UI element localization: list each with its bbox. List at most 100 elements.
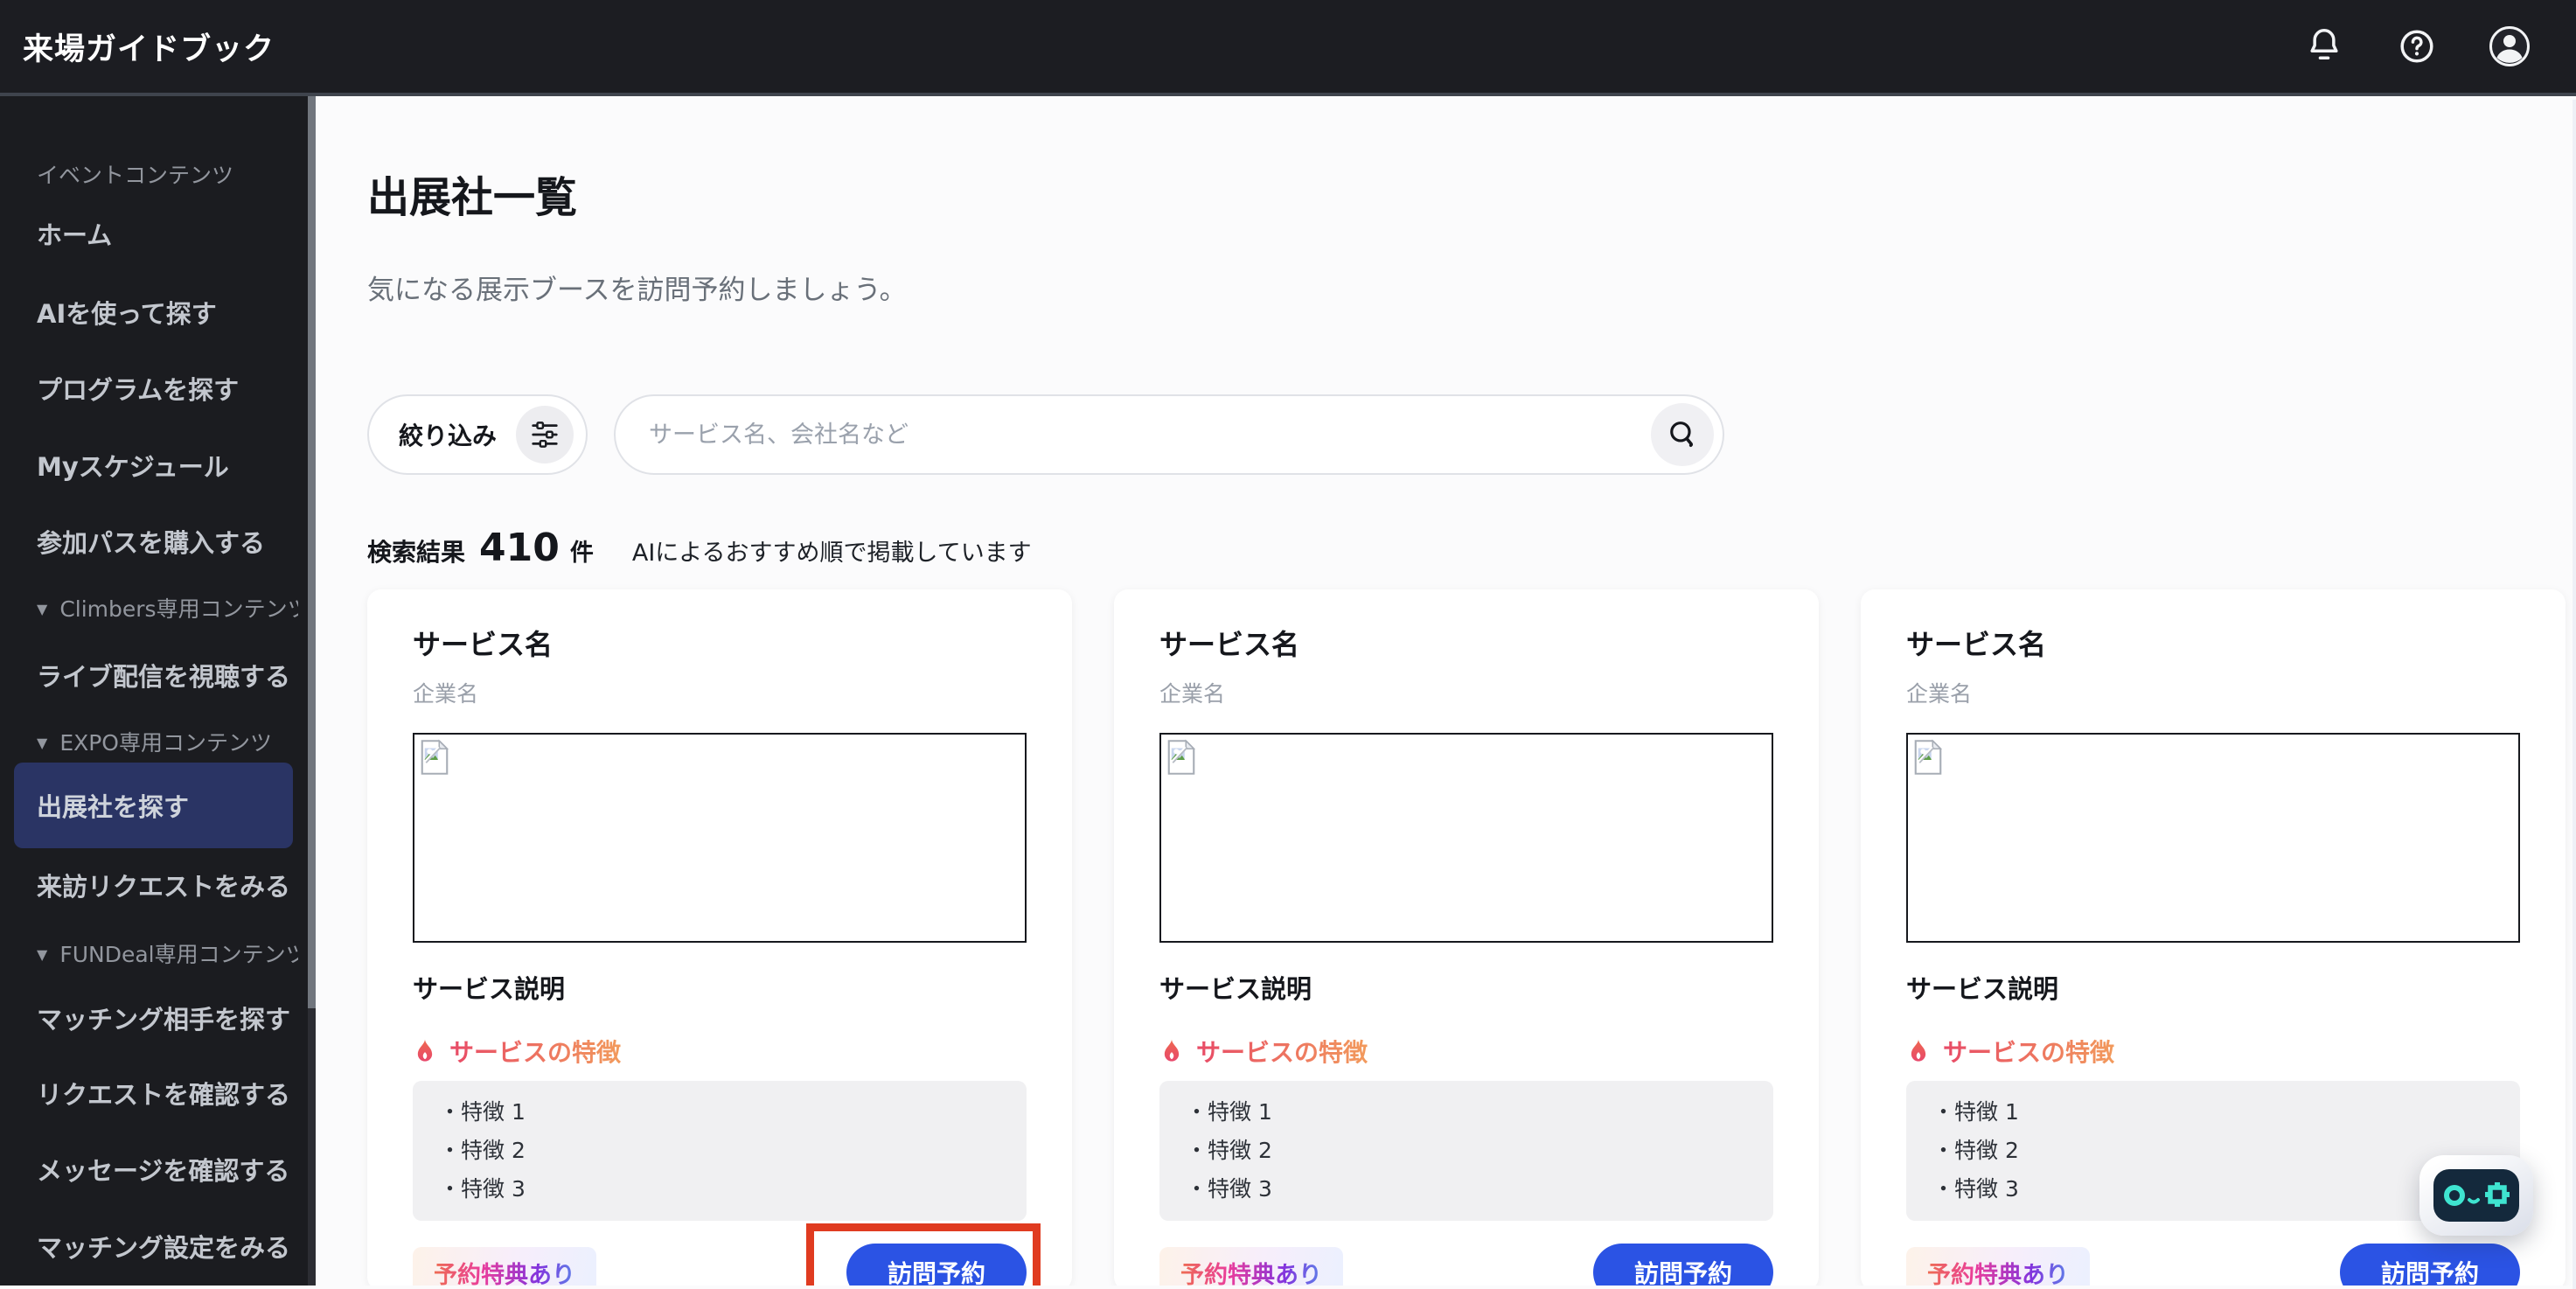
visit-reserve-button[interactable]: 訪問予約 <box>1593 1244 1773 1286</box>
sidebar-nav: イベントコンテンツ ホーム AIを使って探す プログラムを探す Myスケジュール参加パス… <box>0 96 316 1286</box>
card-footer: 予約特典あり 訪問予約 <box>1906 1244 2520 1286</box>
bell-icon[interactable] <box>2303 25 2345 67</box>
feature-item: ・特徴 3 <box>1932 1176 2019 1202</box>
visit-reserve-button[interactable]: 訪問予約 <box>2340 1244 2520 1286</box>
company-name: 企業名 <box>1906 681 1973 707</box>
feature-item: ・特徴 1 <box>439 1099 526 1125</box>
results-label: 検索結果 <box>367 538 466 567</box>
sidebar-item-find-programs[interactable]: プログラムを探す <box>37 370 298 407</box>
sidebar-item-label: マッチング相手を探す <box>37 1005 291 1035</box>
exhibitor-card-1: サービス名 企業名 サービス説明 サービスの特徴 ・特徴 1 ・特徴 2 ・特徴… <box>367 589 1072 1286</box>
feature-item: ・特徴 1 <box>1186 1099 1272 1125</box>
service-features-box: ・特徴 1 ・特徴 2 ・特徴 3 <box>413 1081 1027 1221</box>
broken-image-icon <box>421 739 449 775</box>
robot-face-icon <box>2433 1169 2519 1222</box>
sidebar-item-home[interactable]: ホーム <box>37 215 298 252</box>
header-actions <box>2303 25 2531 67</box>
sidebar-item-section-climbers-contents: ▼ Climbers専用コンテンツ <box>37 592 298 624</box>
results-unit: 件 <box>569 540 594 567</box>
sidebar-item-label: EXPO専用コンテンツ <box>59 730 272 756</box>
service-image-placeholder <box>1906 733 2520 943</box>
feature-item: ・特徴 2 <box>439 1138 526 1163</box>
sidebar-item-label: FUNDeal専用コンテンツ <box>59 942 298 967</box>
sidebar-item-label: Myスケジュール <box>37 452 229 482</box>
sidebar-item-label: プログラムを探す <box>37 375 240 405</box>
sidebar-item-label: Climbers専用コンテンツ <box>59 596 298 622</box>
reservation-benefit-badge: 予約特典あり <box>1906 1247 2090 1286</box>
feature-item: ・特徴 1 <box>1932 1099 2019 1125</box>
company-name: 企業名 <box>1159 681 1226 707</box>
service-description: サービス説明 <box>1159 974 1312 1004</box>
service-features-box: ・特徴 1 ・特徴 2 ・特徴 3 <box>1159 1081 1773 1221</box>
filter-button[interactable]: 絞り込み <box>367 394 588 475</box>
card-footer: 予約特典あり 訪問予約 <box>413 1223 1041 1286</box>
search-input[interactable] <box>649 421 1652 449</box>
sidebar: イベントコンテンツ ホーム AIを使って探す プログラムを探す Myスケジュール参加パス… <box>0 96 316 1286</box>
search-icon[interactable] <box>1651 403 1715 466</box>
sidebar-item-label: リクエストを確認する <box>37 1080 291 1110</box>
sidebar-item-label: 参加パスを購入する <box>37 528 266 558</box>
filter-button-label: 絞り込み <box>399 422 498 450</box>
sidebar-item-find-exhibitors[interactable]: 出展社を探す <box>14 763 293 848</box>
sidebar-item-label: ホーム <box>37 220 113 250</box>
sidebar-item-label: マッチング設定をみる <box>37 1233 291 1263</box>
broken-image-icon <box>1167 739 1196 775</box>
user-avatar-icon[interactable] <box>2489 25 2531 67</box>
sidebar-scrollbar-track[interactable] <box>308 96 316 1286</box>
service-features-header: サービスの特徴 <box>1906 1034 2520 1069</box>
search-box <box>614 394 1725 475</box>
service-features-title: サービスの特徴 <box>449 1034 621 1069</box>
service-features-title: サービスの特徴 <box>1943 1034 2114 1069</box>
service-image-placeholder <box>1159 733 1773 943</box>
service-name: サービス名 <box>1906 628 2047 661</box>
feature-item: ・特徴 2 <box>1186 1138 1272 1163</box>
sidebar-scrollbar-thumb[interactable] <box>308 96 316 1008</box>
flame-icon <box>1911 1037 1926 1062</box>
broken-image-icon <box>1914 739 1943 775</box>
chatbot-launcher-button[interactable] <box>2419 1155 2533 1236</box>
results-count: 410 <box>479 526 560 570</box>
sidebar-item-buy-participation-pass[interactable]: 参加パスを購入する <box>37 523 298 560</box>
service-features-title: サービスの特徴 <box>1196 1034 1368 1069</box>
toolbar: 絞り込み <box>367 394 2576 475</box>
page-scrollbar[interactable] <box>2573 100 2576 1289</box>
sidebar-item-label: 来訪リクエストをみる <box>37 872 291 902</box>
sidebar-item-section-fundeal-contents: ▼ FUNDeal専用コンテンツ <box>37 937 298 969</box>
service-name: サービス名 <box>413 628 553 661</box>
sidebar-item-section-event-contents: イベントコンテンツ <box>37 158 298 190</box>
page-subtitle: 気になる展示ブースを訪問予約しましょう。 <box>367 275 907 306</box>
feature-item: ・特徴 2 <box>1932 1138 2019 1163</box>
sidebar-item-watch-live-stream[interactable]: ライブ配信を視聴する <box>37 657 298 693</box>
sidebar-item-search-with-ai[interactable]: AIを使って探す <box>37 294 298 331</box>
sidebar-item-check-requests[interactable]: リクエストを確認する <box>37 1075 298 1111</box>
service-features-header: サービスの特徴 <box>1159 1034 1773 1069</box>
reservation-benefit-badge: 予約特典あり <box>413 1247 596 1286</box>
sliders-icon <box>516 406 574 463</box>
feature-item: ・特徴 3 <box>1186 1176 1272 1202</box>
app-title: 来場ガイドブック <box>23 31 275 67</box>
help-icon[interactable] <box>2396 25 2438 67</box>
section-collapse-arrow-icon[interactable]: ▼ <box>37 735 47 751</box>
exhibitor-card-2: サービス名 企業名 サービス説明 サービスの特徴 ・特徴 1 ・特徴 2 ・特徴… <box>1114 589 1819 1286</box>
main-content: 出展社一覧 気になる展示ブースを訪問予約しましょう。 絞り込み サービス名、会社… <box>316 96 2576 1286</box>
company-name: 企業名 <box>413 681 479 707</box>
service-features-header: サービスの特徴 <box>413 1034 1027 1069</box>
visit-reserve-button[interactable]: 訪問予約 <box>846 1244 1027 1286</box>
flame-icon <box>1164 1037 1180 1062</box>
sidebar-item-view-visit-requests[interactable]: 来訪リクエストをみる <box>37 867 298 903</box>
service-name: サービス名 <box>1159 628 1300 661</box>
exhibitor-card-list: サービス名 企業名 サービス説明 サービスの特徴 ・特徴 1 ・特徴 2 ・特徴… <box>367 589 2576 1286</box>
section-collapse-arrow-icon[interactable]: ▼ <box>37 946 47 963</box>
sidebar-item-label: ライブ配信を視聴する <box>37 662 291 692</box>
sidebar-item-view-matching-settings[interactable]: マッチング設定をみる <box>37 1228 298 1265</box>
sidebar-item-find-matching-partners[interactable]: マッチング相手を探す <box>37 1000 298 1036</box>
sidebar-item-label: AIを使って探す <box>37 299 217 329</box>
service-description: サービス説明 <box>413 974 566 1004</box>
service-description: サービス説明 <box>1906 974 2059 1004</box>
sidebar-item-label: メッセージを確認する <box>37 1156 290 1186</box>
service-image-placeholder <box>413 733 1027 943</box>
sidebar-item-check-messages[interactable]: メッセージを確認する <box>37 1151 298 1188</box>
sidebar-item-my-schedule[interactable]: Myスケジュール <box>37 447 298 484</box>
search-results-summary: 検索結果 410 件 AIによるおすすめ順で掲載しています <box>367 526 2576 570</box>
section-collapse-arrow-icon[interactable]: ▼ <box>37 601 47 617</box>
